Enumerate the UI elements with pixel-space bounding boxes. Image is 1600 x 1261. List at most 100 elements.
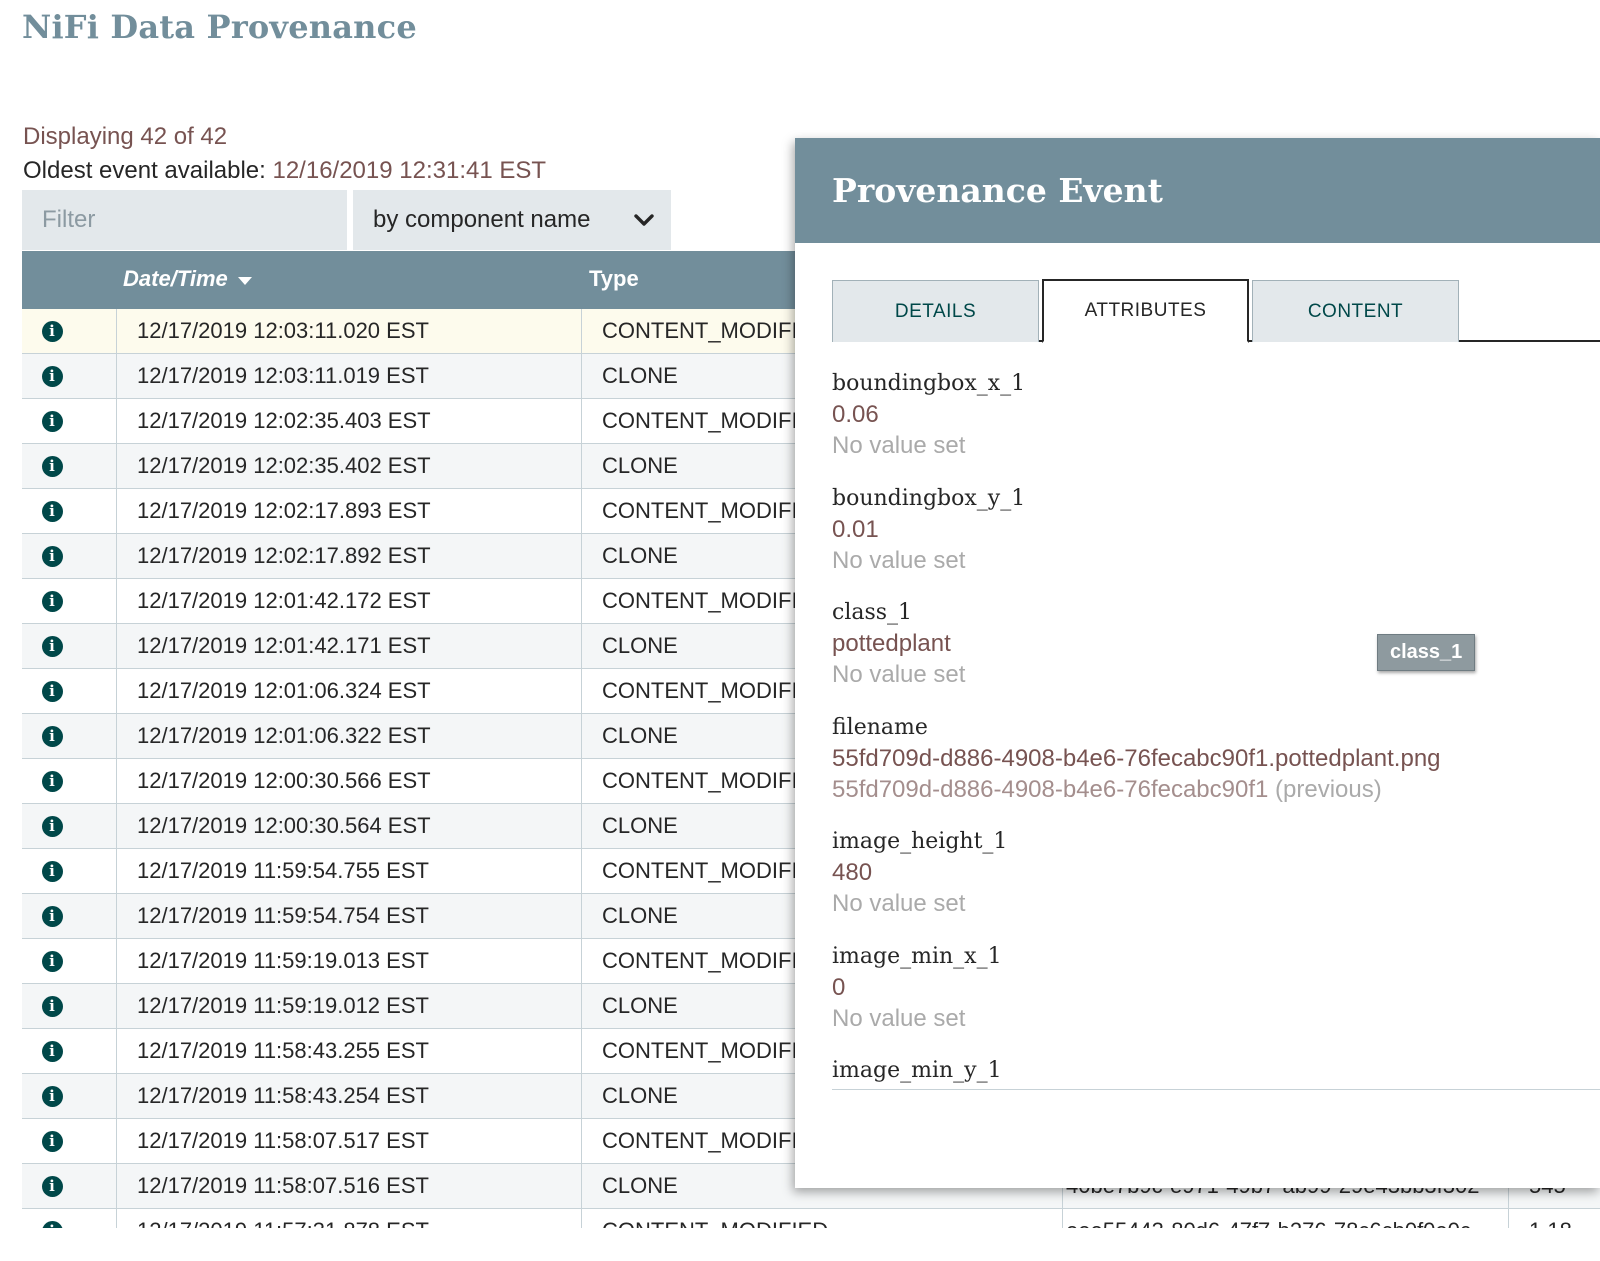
previous-suffix: (previous) xyxy=(1275,775,1382,803)
attribute-previous-value: 55fd709d-d886-4908-b4e6-76fecabc90f1 (pr… xyxy=(832,774,1600,805)
column-header-datetime-label: Date/Time xyxy=(123,266,228,291)
attribute-value: 480 xyxy=(832,859,873,886)
cell-datetime: 12/17/2019 12:02:17.892 EST xyxy=(117,534,582,578)
attribute-item: class_1 pottedplant No value set xyxy=(832,595,1600,710)
attribute-name: image_min_x_1 xyxy=(832,943,1002,969)
info-icon[interactable]: i xyxy=(41,320,63,342)
oldest-event-label: Oldest event available: xyxy=(23,157,273,184)
row-info-cell: i xyxy=(22,579,117,623)
cell-datetime: 12/17/2019 12:01:06.322 EST xyxy=(117,714,582,758)
row-info-cell: i xyxy=(22,894,117,938)
attribute-previous-text: 55fd709d-d886-4908-b4e6-76fecabc90f1 xyxy=(832,775,1269,803)
row-info-cell: i xyxy=(22,534,117,578)
info-icon[interactable]: i xyxy=(41,995,63,1017)
oldest-event-value: 12/16/2019 12:31:41 EST xyxy=(272,157,547,184)
row-info-cell: i xyxy=(22,1119,117,1163)
cell-datetime: 12/17/2019 11:58:43.254 EST xyxy=(117,1074,582,1118)
row-info-cell: i xyxy=(22,1074,117,1118)
dialog-title: Provenance Event xyxy=(795,138,1600,243)
tab-content[interactable]: CONTENT xyxy=(1252,280,1459,342)
info-icon[interactable]: i xyxy=(41,545,63,567)
attribute-item: image_height_1 480 No value set xyxy=(832,824,1600,939)
provenance-event-dialog: Provenance Event DETAILS ATTRIBUTES CONT… xyxy=(795,138,1600,1188)
row-info-cell: i xyxy=(22,309,117,353)
info-icon[interactable]: i xyxy=(41,680,63,702)
provenance-summary: Displaying 42 of 42 Oldest event availab… xyxy=(23,120,546,188)
info-icon[interactable]: i xyxy=(41,905,63,927)
cell-datetime: 12/17/2019 12:01:06.324 EST xyxy=(117,669,582,713)
displaying-count: Displaying 42 of 42 xyxy=(23,123,228,150)
row-info-cell: i xyxy=(22,1029,117,1073)
chevron-down-icon xyxy=(633,209,655,231)
cell-datetime: 12/17/2019 11:59:54.755 EST xyxy=(117,849,582,893)
attribute-item: image_min_y_1 xyxy=(832,1053,1600,1089)
cell-datetime: 12/17/2019 12:02:17.893 EST xyxy=(117,489,582,533)
info-icon[interactable]: i xyxy=(41,770,63,792)
row-info-cell: i xyxy=(22,1164,117,1208)
cell-datetime: 12/17/2019 11:59:19.012 EST xyxy=(117,984,582,1028)
cell-datetime: 12/17/2019 12:01:42.172 EST xyxy=(117,579,582,623)
row-info-cell: i xyxy=(22,399,117,443)
column-header-type[interactable]: Type xyxy=(589,266,639,292)
sort-desc-icon xyxy=(237,277,252,285)
attribute-name: boundingbox_y_1 xyxy=(832,485,1026,511)
attribute-previous-value: No value set xyxy=(832,1004,966,1032)
attribute-value: 55fd709d-d886-4908-b4e6-76fecabc90f1.pot… xyxy=(832,744,1441,772)
filter-input[interactable] xyxy=(22,190,347,250)
info-icon[interactable]: i xyxy=(41,1175,63,1197)
cell-datetime: 12/17/2019 11:59:54.754 EST xyxy=(117,894,582,938)
attribute-value: 0 xyxy=(832,973,846,1001)
attribute-name: boundingbox_x_1 xyxy=(832,371,1026,396)
attribute-previous-value: No value set xyxy=(832,432,966,459)
row-info-cell: i xyxy=(22,759,117,803)
page-title: NiFi Data Provenance xyxy=(22,8,417,46)
cell-datetime: 12/17/2019 12:00:30.564 EST xyxy=(117,804,582,848)
row-info-cell: i xyxy=(22,849,117,893)
info-icon[interactable]: i xyxy=(41,950,63,972)
info-icon[interactable]: i xyxy=(41,500,63,522)
attribute-previous-value: No value set xyxy=(832,890,966,917)
row-info-cell: i xyxy=(22,714,117,758)
info-icon[interactable]: i xyxy=(41,815,63,837)
info-icon[interactable]: i xyxy=(41,455,63,477)
attribute-tooltip: class_1 xyxy=(1377,634,1476,671)
info-icon[interactable]: i xyxy=(41,725,63,747)
oldest-event: Oldest event available: 12/16/2019 12:31… xyxy=(23,154,546,188)
info-icon[interactable]: i xyxy=(41,635,63,657)
attribute-item: image_min_x_1 0 No value set xyxy=(832,939,1600,1054)
attribute-item: boundingbox_x_1 0.06 No value set xyxy=(832,366,1600,481)
info-icon[interactable]: i xyxy=(41,1220,63,1228)
attribute-name: image_height_1 xyxy=(832,829,1008,854)
attribute-value: pottedplant xyxy=(832,630,951,657)
info-icon[interactable]: i xyxy=(41,590,63,612)
info-icon[interactable]: i xyxy=(41,410,63,432)
info-icon[interactable]: i xyxy=(41,1085,63,1107)
info-icon[interactable]: i xyxy=(41,365,63,387)
attribute-name: image_min_y_1 xyxy=(832,1058,1002,1083)
cell-datetime: 12/17/2019 11:58:07.516 EST xyxy=(117,1164,582,1208)
dialog-tabs: DETAILS ATTRIBUTES CONTENT xyxy=(832,279,1600,343)
row-info-cell: i xyxy=(22,444,117,488)
attribute-name: filename xyxy=(832,714,928,740)
cell-datetime: 12/17/2019 11:58:07.517 EST xyxy=(117,1119,582,1163)
attributes-list: boundingbox_x_1 0.06 No value set boundingb… xyxy=(832,366,1600,1090)
cell-size: 1.18 xyxy=(1509,1209,1600,1228)
cell-datetime: 12/17/2019 11:59:19.013 EST xyxy=(117,939,582,983)
info-icon[interactable]: i xyxy=(41,1040,63,1062)
cell-datetime: 12/17/2019 12:02:35.402 EST xyxy=(117,444,582,488)
cell-datetime: 12/17/2019 11:58:43.255 EST xyxy=(117,1029,582,1073)
row-info-cell: i xyxy=(22,354,117,398)
tab-attributes[interactable]: ATTRIBUTES xyxy=(1042,279,1249,343)
table-row[interactable]: i 12/17/2019 11:57:31.878 ESTCONTENT_MODI… xyxy=(22,1209,1600,1228)
filter-type-select[interactable]: by component name xyxy=(353,190,671,250)
attribute-previous-value: No value set xyxy=(832,661,966,688)
column-header-datetime[interactable]: Date/Time xyxy=(123,266,252,292)
row-info-cell: i xyxy=(22,804,117,848)
row-info-cell: i xyxy=(22,669,117,713)
tab-details[interactable]: DETAILS xyxy=(832,280,1039,342)
attribute-value: 0.01 xyxy=(832,515,879,543)
info-icon[interactable]: i xyxy=(41,1130,63,1152)
cell-datetime: 12/17/2019 12:01:42.171 EST xyxy=(117,624,582,668)
info-icon[interactable]: i xyxy=(41,860,63,882)
cell-datetime: 12/17/2019 12:03:11.019 EST xyxy=(117,354,582,398)
